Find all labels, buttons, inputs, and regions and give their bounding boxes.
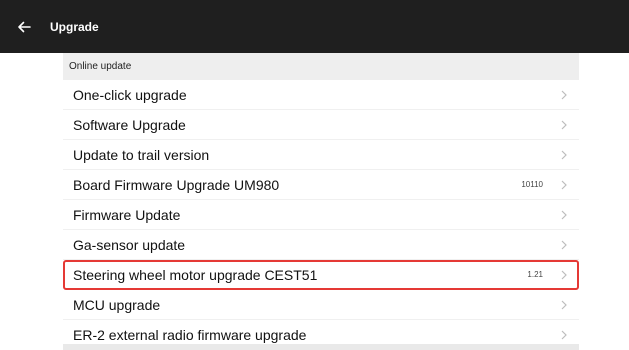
list-item-label: Software Upgrade bbox=[73, 116, 186, 133]
back-button[interactable] bbox=[4, 0, 44, 53]
chevron-right-icon bbox=[557, 230, 571, 260]
list-item-label: Update to trail version bbox=[73, 146, 210, 163]
list-item-label: MCU upgrade bbox=[73, 296, 161, 313]
list-item-software-upgrade[interactable]: Software Upgrade bbox=[63, 110, 579, 140]
chevron-right-icon bbox=[557, 290, 571, 320]
list-item-ga-sensor-update[interactable]: Ga-sensor update bbox=[63, 230, 579, 260]
app-header: Upgrade bbox=[0, 0, 629, 53]
upgrade-list: Online update One-click upgrade Software… bbox=[63, 53, 579, 350]
list-item-update-to-trail-version[interactable]: Update to trail version bbox=[63, 140, 579, 170]
list-item-mcu-upgrade[interactable]: MCU upgrade bbox=[63, 290, 579, 320]
list-item-label: ER-2 external radio firmware upgrade bbox=[73, 326, 307, 343]
chevron-right-icon bbox=[557, 110, 571, 140]
section-header-online-update: Online update bbox=[63, 53, 579, 80]
list-item-label: Steering wheel motor upgrade CEST51 bbox=[73, 266, 318, 283]
chevron-right-icon bbox=[557, 260, 571, 290]
list-item-label: Firmware Update bbox=[73, 206, 181, 223]
back-arrow-icon bbox=[17, 20, 31, 34]
list-item-one-click-upgrade[interactable]: One-click upgrade bbox=[63, 80, 579, 110]
list-item-label: Board Firmware Upgrade UM980 bbox=[73, 176, 280, 193]
list-item-value: 10110 bbox=[521, 180, 543, 189]
chevron-right-icon bbox=[557, 80, 571, 110]
list-item-board-firmware-upgrade[interactable]: Board Firmware Upgrade UM980 10110 bbox=[63, 170, 579, 200]
chevron-right-icon bbox=[557, 170, 571, 200]
chevron-right-icon bbox=[557, 200, 571, 230]
list-item-label: Ga-sensor update bbox=[73, 236, 186, 253]
list-bottom-divider bbox=[63, 344, 579, 350]
list-item-steering-wheel-motor-upgrade[interactable]: Steering wheel motor upgrade CEST51 1.21 bbox=[63, 260, 579, 290]
list-item-label: One-click upgrade bbox=[73, 86, 187, 103]
list-item-value: 1.21 bbox=[527, 270, 543, 279]
list-item-firmware-update[interactable]: Firmware Update bbox=[63, 200, 579, 230]
page-title: Upgrade bbox=[50, 19, 99, 34]
chevron-right-icon bbox=[557, 140, 571, 170]
